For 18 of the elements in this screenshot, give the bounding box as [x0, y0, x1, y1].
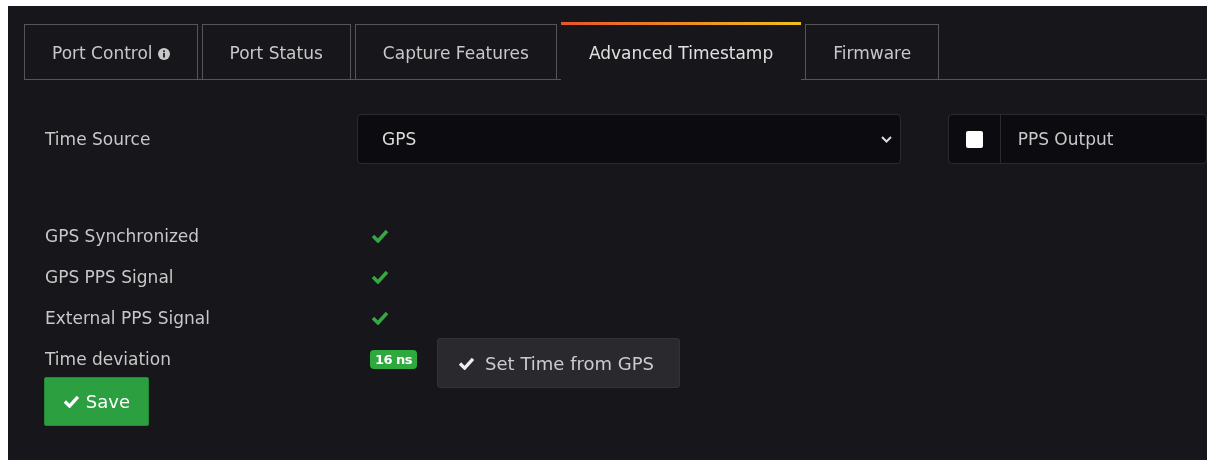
checkbox-label: PPS Output: [1016, 128, 1114, 151]
check-icon: [63, 395, 80, 408]
field-label: Time Source: [44, 129, 152, 149]
set-time-button[interactable]: Set Time from GPS: [437, 338, 681, 388]
checkbox[interactable]: [965, 130, 983, 148]
tab[interactable]: Firmware: [805, 24, 940, 80]
status-label: GPS PPS Signal: [44, 267, 175, 287]
tab[interactable]: Port Status: [201, 24, 351, 80]
time-source-dropdown[interactable]: GPS: [357, 114, 901, 164]
tab[interactable]: Advanced Timestamp: [560, 22, 802, 80]
status-label: Time deviation: [44, 349, 173, 369]
tab[interactable]: Port Control: [24, 24, 198, 80]
deviation-badge: 16 ns: [370, 349, 418, 369]
status-label: External PPS Signal: [44, 308, 211, 328]
check-icon: [458, 356, 476, 370]
status-label: GPS Synchronized: [44, 226, 201, 246]
tab[interactable]: Capture Features: [354, 24, 557, 80]
chevron-down-icon: [880, 135, 892, 143]
